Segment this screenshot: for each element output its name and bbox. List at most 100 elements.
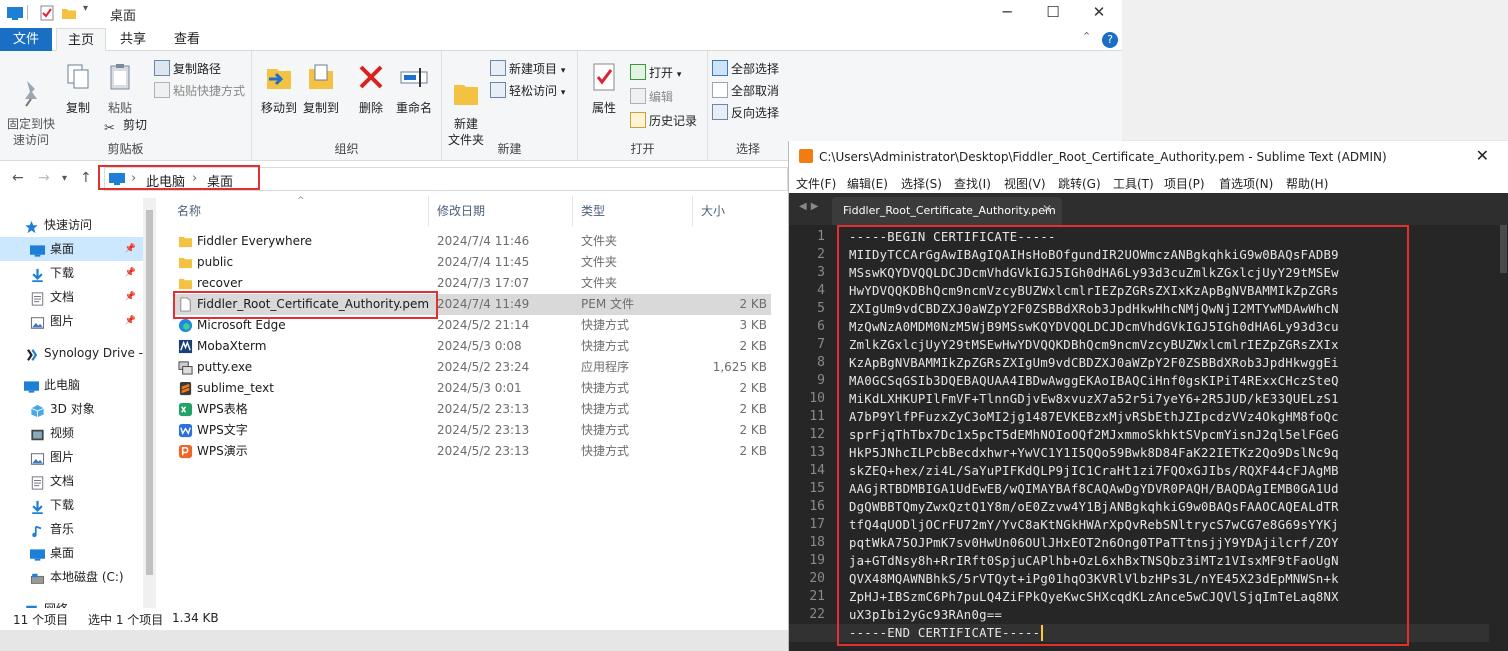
- copy-button[interactable]: 复制: [60, 61, 96, 116]
- file-row[interactable]: Fiddler Everywhere 2024/7/4 11:46 文件夹: [173, 231, 771, 252]
- file-row[interactable]: WPS文字 2024/5/2 23:13 快捷方式 2 KB: [173, 420, 771, 441]
- maximize-button[interactable]: ☐: [1030, 0, 1076, 27]
- nav-scrollbar-thumb[interactable]: [146, 210, 153, 575]
- properties-button[interactable]: 属性: [584, 61, 624, 116]
- editor-tab[interactable]: Fiddler_Root_Certificate_Authority.pem ✕: [832, 197, 1062, 225]
- new-folder-qa-icon[interactable]: [61, 4, 77, 22]
- code-line[interactable]: ZXIgUm9vdCBDZXJ0aWZpY2F0ZSBBdXRob3JpdHkw…: [849, 300, 1339, 318]
- code-editor[interactable]: 1234567891011121314151617181920212223 --…: [789, 225, 1508, 651]
- copy-path-button[interactable]: 复制路径: [154, 59, 221, 79]
- sublime-menu-item[interactable]: 帮助(H): [1286, 175, 1328, 192]
- column-date[interactable]: 修改日期: [429, 196, 573, 226]
- nav-item[interactable]: 本地磁盘 (C:): [0, 565, 150, 589]
- close-button[interactable]: ✕: [1076, 0, 1122, 27]
- sublime-menu-item[interactable]: 查找(I): [954, 175, 991, 192]
- minimize-button[interactable]: ─: [984, 0, 1030, 27]
- nav-item[interactable]: 图片 📌: [0, 309, 150, 333]
- sublime-menu-item[interactable]: 工具(T): [1113, 175, 1154, 192]
- tab-view[interactable]: 查看: [162, 28, 212, 51]
- file-row[interactable]: Fiddler_Root_Certificate_Authority.pem 20…: [173, 294, 771, 315]
- code-line[interactable]: ja+GTdNsy8h+RrIRft0SpjuCAPlhb+OzL6xhBxTN…: [849, 552, 1339, 570]
- help-icon[interactable]: ?: [1102, 32, 1118, 48]
- file-row[interactable]: WPS演示 2024/5/2 23:13 快捷方式 2 KB: [173, 441, 771, 462]
- select-none-button[interactable]: 全部取消: [712, 81, 779, 101]
- nav-item[interactable]: 下载: [0, 493, 150, 517]
- properties-qa-icon[interactable]: [39, 4, 55, 22]
- file-row[interactable]: Microsoft Edge 2024/5/2 21:14 快捷方式 3 KB: [173, 315, 771, 336]
- sublime-menu-item[interactable]: 编辑(E): [847, 175, 888, 192]
- nav-item[interactable]: 此电脑: [0, 373, 150, 397]
- sublime-menu-item[interactable]: 选择(S): [901, 175, 942, 192]
- nav-item[interactable]: Synology Drive -: [0, 341, 150, 365]
- nav-item[interactable]: 快速访问: [0, 213, 150, 237]
- rename-button[interactable]: 重命名: [392, 61, 436, 116]
- code-line[interactable]: MzQwNzA0MDM0NzM5WjB9MSswKQYDVQQLDCJDcmVh…: [849, 318, 1339, 336]
- code-line[interactable]: ZpHJ+IBSzmC6Ph7puLQ4ZiFPkQyeKwcSHXcqdKLz…: [849, 588, 1339, 606]
- column-size[interactable]: 大小: [693, 196, 771, 226]
- breadcrumb-this-pc[interactable]: 此电脑: [146, 171, 185, 190]
- paste-shortcut-button[interactable]: 粘贴快捷方式: [154, 81, 245, 101]
- code-line[interactable]: HwYDVQQKDBhQcm9ncmVzcyBUZWxlcmlrIEZpZGRs…: [849, 282, 1339, 300]
- code-line[interactable]: tfQ4qUODljOCrFU72mY/YvC8aKtNGkHWArXpQvRe…: [849, 516, 1339, 534]
- new-folder-button[interactable]: 新建 文件夹: [446, 61, 486, 148]
- pin-quick-access-button[interactable]: 固定到快 速访问: [4, 61, 58, 148]
- tab-scroll-arrows-icon[interactable]: ◀▶: [799, 201, 822, 212]
- code-line[interactable]: AAGjRTBDMBIGA1UdEwEB/wQIMAYBAf8CAQAwDgYD…: [849, 480, 1339, 498]
- code-line[interactable]: uX3pIbi2yGc93RAn0g==: [849, 606, 1002, 624]
- nav-item[interactable]: 桌面: [0, 541, 150, 565]
- file-row[interactable]: WPS表格 2024/5/2 23:13 快捷方式 2 KB: [173, 399, 771, 420]
- sublime-menu-item[interactable]: 跳转(G): [1058, 175, 1101, 192]
- nav-scrollbar[interactable]: [143, 198, 156, 608]
- code-line[interactable]: QVX48MQAWNBhkS/5rVTQyt+iPg01hqO3KVRlVlbz…: [849, 570, 1339, 588]
- edit-button[interactable]: 编辑: [630, 87, 673, 107]
- sublime-close-button[interactable]: ✕: [1476, 146, 1489, 165]
- new-item-button[interactable]: 新建项目 ▾: [490, 59, 565, 79]
- sublime-menu-item[interactable]: 首选项(N): [1219, 175, 1273, 192]
- column-name[interactable]: 名称: [169, 196, 429, 226]
- nav-item[interactable]: 下载 📌: [0, 261, 150, 285]
- code-line[interactable]: pqtWkA75OJPmK7sv0HwUn06OUlJHxEOT2n6Ong0T…: [849, 534, 1339, 552]
- history-button[interactable]: 历史记录: [630, 111, 697, 131]
- tab-close-icon[interactable]: ✕: [1042, 202, 1052, 216]
- move-to-button[interactable]: 移动到: [258, 61, 300, 116]
- nav-item[interactable]: 文档 📌: [0, 285, 150, 309]
- qa-dropdown-icon[interactable]: ▾: [83, 3, 88, 21]
- sublime-menu-item[interactable]: 视图(V): [1004, 175, 1046, 192]
- code-line[interactable]: -----BEGIN CERTIFICATE-----: [849, 228, 1056, 246]
- forward-arrow-icon[interactable]: →: [38, 170, 50, 186]
- recent-dropdown-icon[interactable]: ▾: [62, 173, 67, 184]
- code-line[interactable]: -----END CERTIFICATE-----: [849, 624, 1040, 642]
- address-field[interactable]: › 此电脑 › 桌面: [104, 167, 788, 191]
- file-row[interactable]: recover 2024/7/3 17:07 文件夹: [173, 273, 771, 294]
- nav-item[interactable]: 音乐: [0, 517, 150, 541]
- nav-item[interactable]: 3D 对象: [0, 397, 150, 421]
- easy-access-button[interactable]: 轻松访问 ▾: [490, 81, 565, 101]
- select-all-button[interactable]: 全部选择: [712, 59, 779, 79]
- nav-item[interactable]: 网络: [0, 597, 150, 608]
- tab-home[interactable]: 主页: [56, 28, 106, 51]
- breadcrumb-desktop[interactable]: 桌面: [207, 171, 233, 190]
- invert-selection-button[interactable]: 反向选择: [712, 103, 779, 123]
- minimap-viewport[interactable]: [1500, 225, 1507, 273]
- cut-button[interactable]: ✂ 剪切: [104, 115, 147, 136]
- code-line[interactable]: sprFjqThTbx7Dc1x5pcT5dEMhNOIoOQf2MJxmmoS…: [849, 426, 1339, 444]
- file-row[interactable]: public 2024/7/4 11:45 文件夹: [173, 252, 771, 273]
- back-arrow-icon[interactable]: ←: [12, 170, 24, 186]
- code-line[interactable]: DgQWBBTQmyZwxQztQ1Y8m/oE0Zzvw4Y1BjANBgkq…: [849, 498, 1339, 516]
- code-line[interactable]: KzApBgNVBAMMIkZpZGRsZXIgUm9vdCBDZXJ0aWZp…: [849, 354, 1339, 372]
- file-row[interactable]: sublime_text 2024/5/3 0:01 快捷方式 2 KB: [173, 378, 771, 399]
- column-type[interactable]: 类型: [573, 196, 693, 226]
- nav-item[interactable]: 视频: [0, 421, 150, 445]
- tab-file[interactable]: 文件: [0, 28, 52, 51]
- code-line[interactable]: MSswKQYDVQQLDCJDcmVhdGVkIGJ5IGh0dHA6Ly93…: [849, 264, 1339, 282]
- up-arrow-icon[interactable]: ↑: [80, 170, 92, 186]
- collapse-ribbon-icon[interactable]: ⌃: [1082, 30, 1091, 43]
- code-line[interactable]: skZEQ+hex/zi4L/SaYuPIFKdQLP9jIC1CraHt1zi…: [849, 462, 1339, 480]
- sublime-menu-item[interactable]: 文件(F): [796, 175, 836, 192]
- code-line[interactable]: MiKdLXHKUPIlFmVF+TlnnGDjvEw8xvuzX7a52r5i…: [849, 390, 1339, 408]
- sublime-menu-item[interactable]: 项目(P): [1164, 175, 1205, 192]
- code-line[interactable]: MIIDyTCCArGgAwIBAgIQAIHsHoBOfgundIR2UOWm…: [849, 246, 1339, 264]
- minimap[interactable]: [1495, 225, 1508, 651]
- nav-item[interactable]: 文档: [0, 469, 150, 493]
- code-line[interactable]: MA0GCSqGSIb3DQEBAQUAA4IBDwAwggEKAoIBAQCi…: [849, 372, 1339, 390]
